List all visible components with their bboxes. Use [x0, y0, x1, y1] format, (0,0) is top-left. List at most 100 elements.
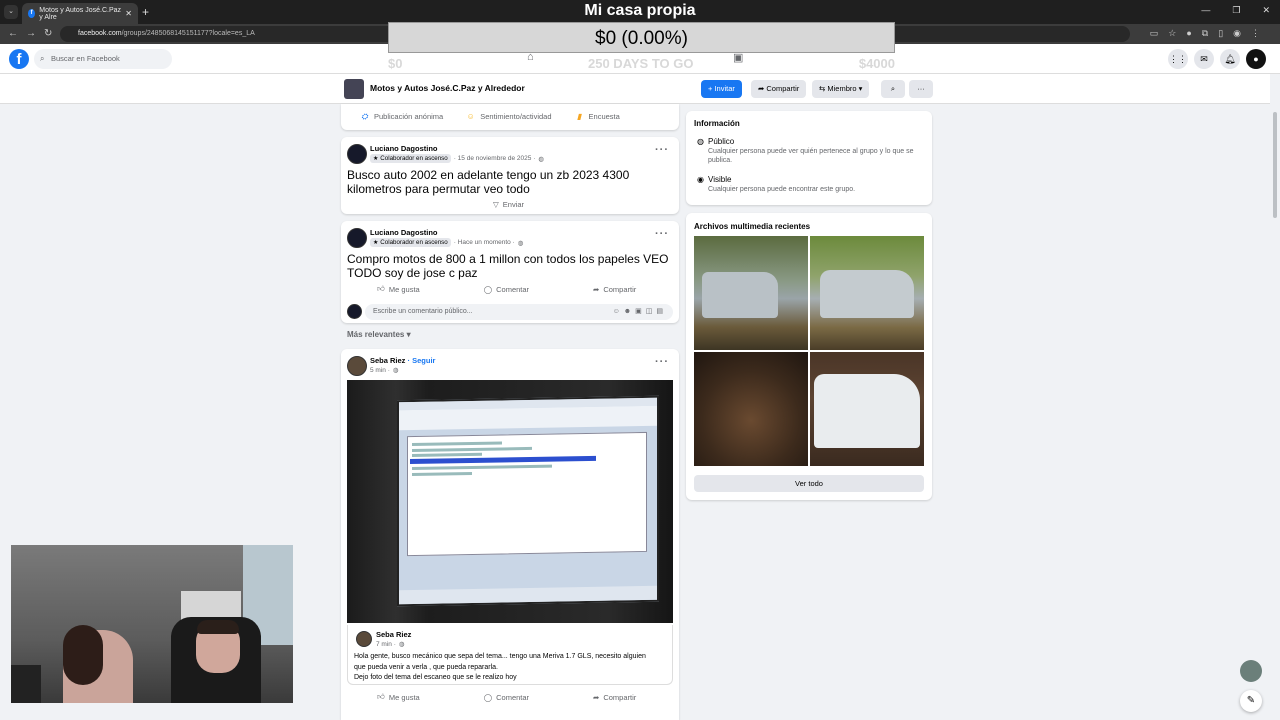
feeling-activity-label: Sentimiento/actividad: [480, 112, 552, 121]
screen-pane: [407, 431, 647, 557]
share-button[interactable]: ➦ Compartir: [593, 692, 636, 702]
author-avatar[interactable]: [347, 144, 367, 164]
media-thumbnail[interactable]: [810, 352, 924, 466]
messenger-icon[interactable]: ✉: [1194, 49, 1214, 69]
post-options-icon[interactable]: ···: [655, 228, 669, 240]
post-author[interactable]: Luciano Dagostino: [370, 228, 438, 237]
post-text: Compro motos de 800 a 1 millon con todos…: [347, 252, 669, 280]
facebook-logo[interactable]: f: [9, 49, 29, 69]
comment-tools-icons[interactable]: ☺☻▣◫▤: [613, 304, 667, 320]
composer-card: ⛭ Publicación anónima ☺ Sentimiento/activi…: [341, 104, 679, 130]
scrollbar[interactable]: [1272, 104, 1278, 720]
menu-icon[interactable]: ⋮: [1251, 28, 1260, 39]
post-text: Busco auto 2002 en adelante tengo un zb …: [347, 168, 630, 196]
globe-icon: ◍: [398, 641, 405, 648]
bookmark-star-icon[interactable]: ☆: [1168, 28, 1176, 39]
invite-button[interactable]: + Invitar: [701, 80, 742, 98]
comment-icon: ◯: [483, 692, 493, 702]
webcam-shelf: [11, 665, 41, 703]
overlay-stat-left: $0: [388, 56, 403, 71]
post-time[interactable]: · Hace un momento ·: [454, 239, 515, 246]
account-avatar[interactable]: ●: [1246, 49, 1266, 69]
comment-icon: ◯: [483, 284, 493, 294]
send-icon: ▽: [493, 200, 499, 209]
comment-button[interactable]: ◯ Comentar: [484, 692, 529, 702]
post-card: Luciano Dagostino ★ Colaborador en ascen…: [341, 221, 679, 323]
overlay-stat-mid: 250 DAYS TO GO: [588, 56, 694, 71]
extension-icon[interactable]: ●: [1186, 28, 1191, 39]
back-icon[interactable]: ←: [8, 28, 18, 39]
overlay-title: Mi casa propia: [584, 2, 696, 19]
comment-input[interactable]: Escribe un comentario público... ☺☻▣◫▤: [365, 304, 673, 320]
cast-icon[interactable]: ▭: [1150, 28, 1159, 39]
scrollbar-thumb[interactable]: [1273, 112, 1277, 218]
post-options-icon[interactable]: ···: [655, 356, 669, 368]
post-card: Luciano Dagostino ★ Colaborador en ascen…: [341, 137, 679, 214]
group-thumbnail[interactable]: [344, 79, 364, 99]
public-info: ◍ Público Cualquier persona puede ver qu…: [697, 137, 924, 166]
follow-link[interactable]: · Seguir: [408, 356, 436, 365]
comment-label: Comentar: [496, 692, 530, 702]
shared-author[interactable]: Seba Riez: [376, 630, 411, 639]
smiley-icon: ☺: [466, 112, 475, 121]
media-thumbnail[interactable]: [810, 236, 924, 350]
like-label: Me gusta: [388, 284, 420, 294]
see-all-button[interactable]: Ver todo: [694, 475, 924, 492]
sidebar-icon[interactable]: ▯: [1218, 28, 1223, 39]
composer-actions: ⛭ Publicación anónima ☺ Sentimiento/activi…: [359, 111, 620, 122]
member-button[interactable]: ⇆ Miembro ▾: [812, 80, 870, 98]
menu-grid-icon[interactable]: ⋮⋮: [1168, 49, 1188, 69]
sort-dropdown[interactable]: Más relevantes ▾: [347, 330, 411, 339]
share-group-button[interactable]: ➦ Compartir: [751, 80, 807, 98]
screen-row: [412, 471, 472, 477]
media-thumbnail[interactable]: [694, 352, 808, 466]
new-message-icon[interactable]: ✎: [1240, 690, 1262, 712]
author-avatar[interactable]: [347, 356, 367, 376]
comment-button[interactable]: ◯ Comentar: [484, 284, 529, 294]
forward-icon[interactable]: →: [26, 28, 36, 39]
webcam-person-right-hair: [197, 620, 239, 634]
share-icon: ➦: [593, 692, 600, 702]
send-button[interactable]: ▽ Enviar: [493, 200, 524, 209]
screen-row: [412, 441, 502, 447]
post-time[interactable]: · 15 de noviembre de 2025 ·: [454, 155, 536, 162]
contributor-badge-label: Colaborador en ascenso: [380, 239, 448, 246]
post-options-icon[interactable]: ···: [655, 144, 669, 156]
anonymous-post-label: Publicación anónima: [374, 112, 444, 121]
globe-icon: ◍: [517, 239, 524, 247]
group-more-icon[interactable]: ···: [909, 80, 933, 98]
group-search-icon[interactable]: ⌕: [881, 80, 905, 98]
like-button[interactable]: 👍︎ Me gusta: [377, 284, 420, 294]
browser-extensions: ▭ ☆ ● ⧉ ▯ ◉ ⋮: [1150, 28, 1260, 39]
anonymous-icon: ⛭: [361, 112, 368, 121]
share-button[interactable]: ➦ Compartir: [593, 284, 636, 294]
reload-icon[interactable]: ↻: [44, 28, 52, 39]
shared-text-line: que pueda venir a verla , que pueda repa…: [354, 663, 498, 671]
media-title: Archivos multimedia recientes: [694, 222, 811, 231]
author-avatar[interactable]: [347, 228, 367, 248]
post-photo[interactable]: [347, 380, 673, 623]
search-placeholder: Buscar en Facebook: [51, 54, 120, 63]
profile-icon[interactable]: ◉: [1233, 28, 1241, 39]
post-time[interactable]: 5 min ·: [370, 367, 390, 374]
poll-button[interactable]: ▮ Encuesta: [574, 111, 620, 122]
shared-meta: 7 min · ◍: [376, 640, 405, 649]
url-path: /groups/2485068145151177?locale=es_LA: [121, 30, 255, 37]
post-author[interactable]: Luciano Dagostino: [370, 144, 438, 153]
facebook-search-input[interactable]: ⌕ Buscar en Facebook: [34, 49, 172, 69]
globe-icon: ◍: [392, 367, 399, 374]
like-button[interactable]: 👍︎ Me gusta: [377, 692, 420, 702]
shared-text-line: Hola gente, busco mecánico que sepa del …: [354, 653, 646, 660]
post-author[interactable]: Seba Riez: [370, 356, 405, 365]
notifications-icon[interactable]: 🔔︎: [1220, 49, 1240, 69]
shared-post[interactable]: Seba Riez 7 min · ◍ Hola gente, busco mec…: [347, 625, 673, 685]
shared-time: 7 min ·: [376, 640, 396, 648]
public-description: Cualquier persona puede ver quién perten…: [708, 147, 914, 165]
puzzle-icon[interactable]: ⧉: [1202, 28, 1208, 39]
group-header: Motos y Autos José.C.Paz y Alrededor + I…: [0, 74, 1270, 104]
media-thumbnail[interactable]: [694, 236, 808, 350]
group-name[interactable]: Motos y Autos José.C.Paz y Alrededor: [370, 83, 525, 93]
anonymous-post-button[interactable]: ⛭ Publicación anónima: [359, 111, 443, 122]
chat-avatar[interactable]: [1240, 660, 1262, 682]
feeling-activity-button[interactable]: ☺ Sentimiento/actividad: [465, 111, 552, 122]
